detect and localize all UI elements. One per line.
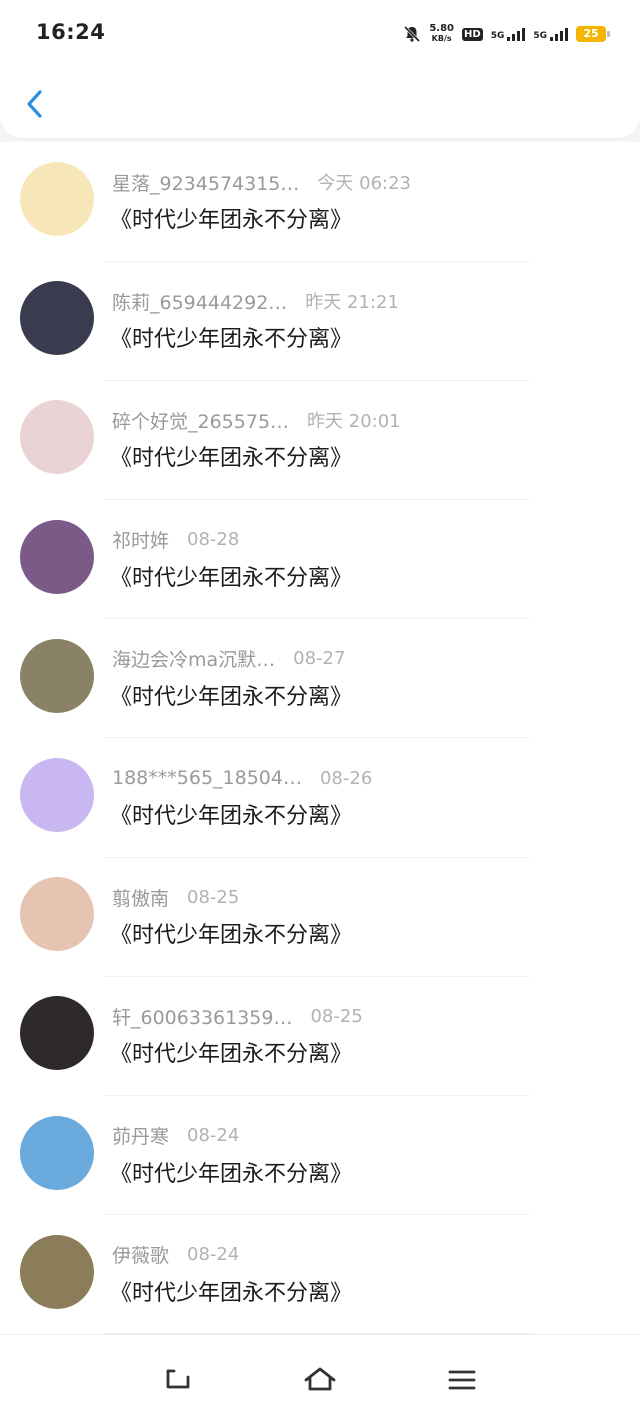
message-time: 昨天 20:01 bbox=[307, 411, 401, 433]
message-text: 《时代少年团永不分离》 bbox=[110, 1280, 353, 1306]
message-time: 08-27 bbox=[293, 648, 346, 670]
avatar[interactable] bbox=[20, 400, 94, 475]
signal-icon: 5G bbox=[533, 27, 568, 41]
message-text: 《时代少年团永不分离》 bbox=[110, 923, 353, 949]
message-row[interactable]: 轩_60063361359… 08-25 《时代少年团永不分离》 bbox=[0, 976, 640, 1096]
sender-line: 星落_9234574315… 今天 06:23 bbox=[112, 168, 411, 196]
nav-back-button[interactable] bbox=[160, 1365, 196, 1395]
sender-name[interactable]: 茆丹寒 bbox=[112, 1122, 169, 1149]
sender-line: 轩_60063361359… 08-25 bbox=[112, 1002, 363, 1030]
message-time: 08-24 bbox=[187, 1244, 240, 1266]
nav-menu-button[interactable] bbox=[444, 1365, 480, 1395]
back-nav-icon bbox=[166, 1369, 190, 1389]
status-bar: 16:24 5.80 KB/s HD 5G 5G 25 bbox=[0, 0, 640, 66]
sender-name[interactable]: 碎个好觉_265575… bbox=[112, 407, 289, 434]
sender-line: 188***565_18504… 08-26 bbox=[112, 764, 372, 792]
avatar[interactable] bbox=[20, 162, 94, 236]
sender-line: 陈莉_659444292… 昨天 21:21 bbox=[112, 287, 399, 315]
avatar[interactable] bbox=[20, 1234, 94, 1309]
sender-line: 伊薇歌 08-24 bbox=[112, 1241, 239, 1269]
menu-icon bbox=[448, 1370, 476, 1390]
sender-name[interactable]: 陈莉_659444292… bbox=[112, 288, 287, 315]
message-text: 《时代少年团永不分离》 bbox=[110, 684, 353, 710]
avatar[interactable] bbox=[20, 996, 94, 1071]
message-row[interactable]: 陈莉_659444292… 昨天 21:21 《时代少年团永不分离》 bbox=[0, 261, 640, 381]
mute-icon bbox=[404, 25, 421, 43]
net-speed: 5.80 KB/s bbox=[429, 24, 454, 44]
system-nav-bar bbox=[0, 1334, 640, 1423]
message-row[interactable]: 海边会冷ma沉默… 08-27 《时代少年团永不分离》 bbox=[0, 619, 640, 739]
message-row[interactable]: 星落_9234574315… 今天 06:23 《时代少年团永不分离》 bbox=[0, 142, 640, 262]
message-text: 《时代少年团永不分离》 bbox=[110, 1042, 353, 1068]
message-row[interactable]: 188***565_18504… 08-26 《时代少年团永不分离》 bbox=[0, 738, 640, 858]
sender-name[interactable]: 伊薇歌 bbox=[112, 1241, 169, 1268]
avatar[interactable] bbox=[20, 638, 94, 713]
signal-icon: 5G bbox=[490, 27, 526, 41]
message-time: 今天 06:23 bbox=[317, 173, 411, 194]
message-row[interactable]: 碎个好觉_265575… 昨天 20:01 《时代少年团永不分离》 bbox=[0, 380, 640, 500]
battery-icon: 25 bbox=[576, 26, 610, 42]
message-row[interactable]: 茆丹寒 08-24 《时代少年团永不分离》 bbox=[0, 1096, 640, 1216]
message-text: 《时代少年团永不分离》 bbox=[110, 1161, 353, 1187]
back-button[interactable] bbox=[18, 84, 54, 124]
message-time: 08-25 bbox=[187, 886, 240, 908]
chevron-left-icon bbox=[27, 90, 42, 118]
message-row[interactable]: 翦傲南 08-25 《时代少年团永不分离》 bbox=[0, 857, 640, 977]
top-header bbox=[0, 66, 640, 138]
nav-home-button[interactable] bbox=[302, 1365, 338, 1395]
message-row[interactable]: 祁时姩 08-28 《时代少年团永不分离》 bbox=[0, 500, 640, 620]
message-row[interactable]: 伊薇歌 08-24 《时代少年团永不分离》 bbox=[0, 1215, 640, 1335]
sender-name[interactable]: 轩_60063361359… bbox=[112, 1003, 292, 1030]
home-icon bbox=[304, 1367, 336, 1391]
sender-name[interactable]: 星落_9234574315… bbox=[112, 169, 299, 196]
message-text: 《时代少年团永不分离》 bbox=[110, 446, 353, 472]
sender-line: 翦傲南 08-25 bbox=[112, 883, 239, 911]
net-speed-unit: KB/s bbox=[431, 34, 452, 43]
sender-name[interactable]: 188***565_18504… bbox=[112, 767, 302, 789]
avatar[interactable] bbox=[20, 519, 94, 594]
sim1-label: 5G bbox=[490, 30, 505, 41]
message-time: 08-28 bbox=[187, 529, 240, 551]
message-time: 08-25 bbox=[310, 1005, 363, 1027]
message-time: 昨天 21:21 bbox=[305, 292, 399, 314]
message-text: 《时代少年团永不分离》 bbox=[110, 327, 353, 353]
sender-line: 碎个好觉_265575… 昨天 20:01 bbox=[112, 406, 401, 434]
avatar[interactable] bbox=[20, 281, 94, 356]
message-text: 《时代少年团永不分离》 bbox=[110, 565, 353, 591]
sender-line: 茆丹寒 08-24 bbox=[112, 1122, 239, 1150]
message-text: 《时代少年团永不分离》 bbox=[110, 804, 353, 829]
system-icons: 5.80 KB/s HD 5G 5G 25 bbox=[403, 22, 610, 46]
message-time: 08-24 bbox=[187, 1125, 240, 1147]
sender-line: 祁时姩 08-28 bbox=[112, 526, 239, 554]
avatar[interactable] bbox=[20, 758, 94, 832]
sender-name[interactable]: 海边会冷ma沉默… bbox=[112, 645, 275, 672]
sender-name[interactable]: 翦傲南 bbox=[112, 884, 169, 911]
sender-line: 海边会冷ma沉默… 08-27 bbox=[112, 645, 345, 673]
hd-icon: HD bbox=[462, 27, 483, 41]
sim2-label: 5G bbox=[533, 30, 547, 41]
net-speed-value: 5.80 bbox=[429, 23, 455, 34]
sender-name[interactable]: 祁时姩 bbox=[112, 526, 169, 553]
message-text: 《时代少年团永不分离》 bbox=[110, 208, 353, 233]
message-list: 星落_9234574315… 今天 06:23 《时代少年团永不分离》 陈莉_6594… bbox=[0, 142, 640, 1335]
status-time: 16:24 bbox=[36, 20, 106, 44]
avatar[interactable] bbox=[20, 1115, 94, 1190]
avatar[interactable] bbox=[20, 877, 94, 952]
message-time: 08-26 bbox=[319, 767, 373, 789]
